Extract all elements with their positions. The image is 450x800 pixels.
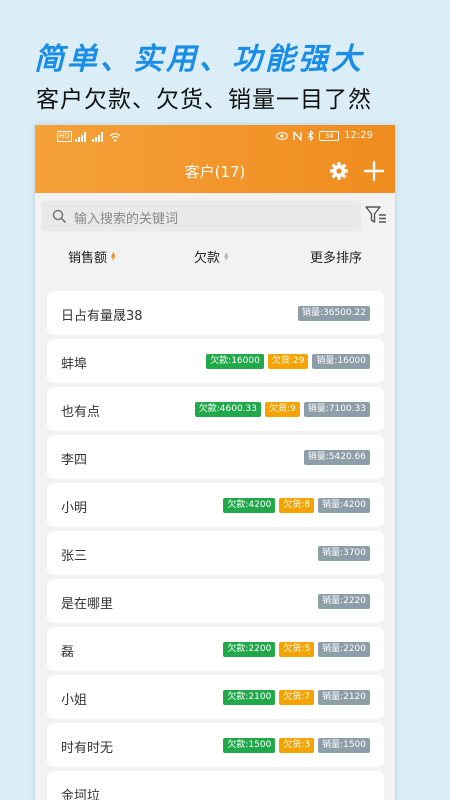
customer-row[interactable]: 李四 销量:5420.66 [47, 435, 384, 479]
sort-bar: 销售额 ▲ ▼ 欠款 ▲ ▼ 更多排序 [35, 242, 395, 268]
promo-title: 简单、实用、功能强大 [34, 42, 364, 77]
customer-row[interactable]: 磊 欠款:2200 欠货:5 销量:2200 [47, 627, 384, 671]
owe-badge: 欠货:3 [279, 738, 315, 753]
sales-badge: 销量:5420.66 [303, 450, 370, 465]
signal-icon [74, 131, 89, 142]
customer-badges: 销量:36500.22 [298, 306, 370, 321]
sales-badge: 销量:2120 [318, 690, 370, 705]
sales-badge: 销量:2220 [318, 594, 370, 609]
customer-row[interactable]: 张三 销量:3700 [47, 531, 384, 575]
owe-badge: 欠货:29 [267, 354, 309, 369]
customer-badges: 销量:3700 [318, 546, 370, 561]
owe-badge: 欠货:8 [279, 498, 315, 513]
status-time: 12:29 [344, 130, 373, 141]
customer-name: 日占有量晟38 [61, 309, 143, 324]
wifi-icon [109, 132, 121, 142]
debt-badge: 欠款:2200 [223, 642, 276, 657]
sales-badge: 销量:36500.22 [298, 306, 370, 321]
customer-row[interactable]: 是在哪里 销量:2220 [47, 579, 384, 623]
customer-name: 也有点 [61, 405, 101, 420]
owe-badge: 欠货:7 [279, 690, 315, 705]
customer-row[interactable]: 日占有量晟38 销量:36500.22 [47, 291, 384, 335]
sales-badge: 销量:4200 [318, 498, 370, 513]
owe-badge: 欠货:9 [264, 402, 300, 417]
customer-name: 时有时无 [61, 741, 114, 756]
filter-icon[interactable] [365, 205, 387, 225]
hd-badge: HD [57, 131, 72, 142]
customer-name: 李四 [61, 453, 88, 468]
sales-badge: 销量:7100.33 [303, 402, 370, 417]
debt-badge: 欠款:2100 [223, 690, 276, 705]
customer-name: 小明 [61, 501, 88, 516]
sort-sales-label: 销售额 [68, 251, 108, 266]
customer-row[interactable]: 金坷垃 [47, 771, 384, 800]
customer-row[interactable]: 蚌埠 欠款:16000 欠货:29 销量:16000 [47, 339, 384, 383]
bluetooth-icon [307, 130, 314, 141]
plus-icon[interactable] [363, 160, 385, 182]
customer-badges: 欠款:1500 欠货:3 销量:1500 [223, 738, 370, 753]
customer-row[interactable]: 也有点 欠款:4600.33 欠货:9 销量:7100.33 [47, 387, 384, 431]
debt-badge: 欠款:4200 [223, 498, 276, 513]
customer-name: 蚌埠 [61, 357, 88, 372]
customer-row[interactable]: 时有时无 欠款:1500 欠货:3 销量:1500 [47, 723, 384, 767]
customer-name: 张三 [61, 549, 88, 564]
promo-banner: 简单、实用、功能强大 客户欠款、欠货、销量一目了然 [0, 0, 450, 125]
customer-row[interactable]: 小姐 欠款:2100 欠货:7 销量:2120 [47, 675, 384, 719]
customer-badges: 欠款:16000 欠货:29 销量:16000 [206, 354, 370, 369]
debt-badge: 欠款:1500 [223, 738, 276, 753]
sales-badge: 销量:1500 [318, 738, 370, 753]
nfc-icon [293, 130, 302, 141]
customer-name: 磊 [61, 645, 75, 660]
sort-sales-button[interactable]: 销售额 ▲ ▼ [68, 247, 116, 266]
status-bar: HD 34 12:29 [35, 125, 395, 149]
customer-name: 小姐 [61, 693, 88, 708]
sort-arrows-icon: ▲ ▼ [224, 250, 229, 262]
customer-name: 是在哪里 [61, 597, 114, 612]
customer-badges: 销量:5420.66 [303, 450, 370, 465]
customer-badges: 欠款:2200 欠货:5 销量:2200 [223, 642, 370, 657]
customer-badges: 欠款:2100 欠货:7 销量:2120 [223, 690, 370, 705]
app-header: HD 34 12:29 客户(17) [35, 125, 395, 193]
search-input[interactable]: 输入搜索的关键词 [42, 201, 361, 231]
signal-icon [91, 131, 106, 142]
more-sort-button[interactable]: 更多排序 [310, 247, 362, 266]
customer-list: 日占有量晟38 销量:36500.22 蚌埠 欠款:16000 欠货:29 销量:1600… [47, 291, 384, 800]
debt-badge: 欠款:16000 [206, 354, 264, 369]
customer-badges: 欠款:4600.33 欠货:9 销量:7100.33 [194, 402, 370, 417]
promo-subtitle: 客户欠款、欠货、销量一目了然 [36, 87, 372, 113]
sales-badge: 销量:3700 [318, 546, 370, 561]
owe-badge: 欠货:5 [279, 642, 315, 657]
customer-badges: 销量:2220 [318, 594, 370, 609]
sort-debt-label: 欠款 [194, 251, 221, 266]
sales-badge: 销量:2200 [318, 642, 370, 657]
gear-icon[interactable] [329, 161, 349, 181]
search-icon [52, 209, 66, 223]
sort-arrows-icon: ▲ ▼ [111, 250, 116, 262]
more-sort-label: 更多排序 [310, 251, 363, 266]
customer-row[interactable]: 小明 欠款:4200 欠货:8 销量:4200 [47, 483, 384, 527]
customer-badges: 欠款:4200 欠货:8 销量:4200 [223, 498, 370, 513]
search-placeholder: 输入搜索的关键词 [74, 212, 179, 227]
debt-badge: 欠款:4600.33 [194, 402, 261, 417]
customer-name: 金坷垃 [61, 789, 101, 800]
sales-badge: 销量:16000 [312, 354, 370, 369]
sort-debt-button[interactable]: 欠款 ▲ ▼ [194, 247, 229, 266]
eye-icon [276, 131, 289, 140]
phone-screen: HD 34 12:29 客户(17) 输入搜索的关键词 销售额 ▲ ▼ 欠款 ▲… [35, 125, 395, 800]
battery-icon: 34 [319, 130, 340, 141]
